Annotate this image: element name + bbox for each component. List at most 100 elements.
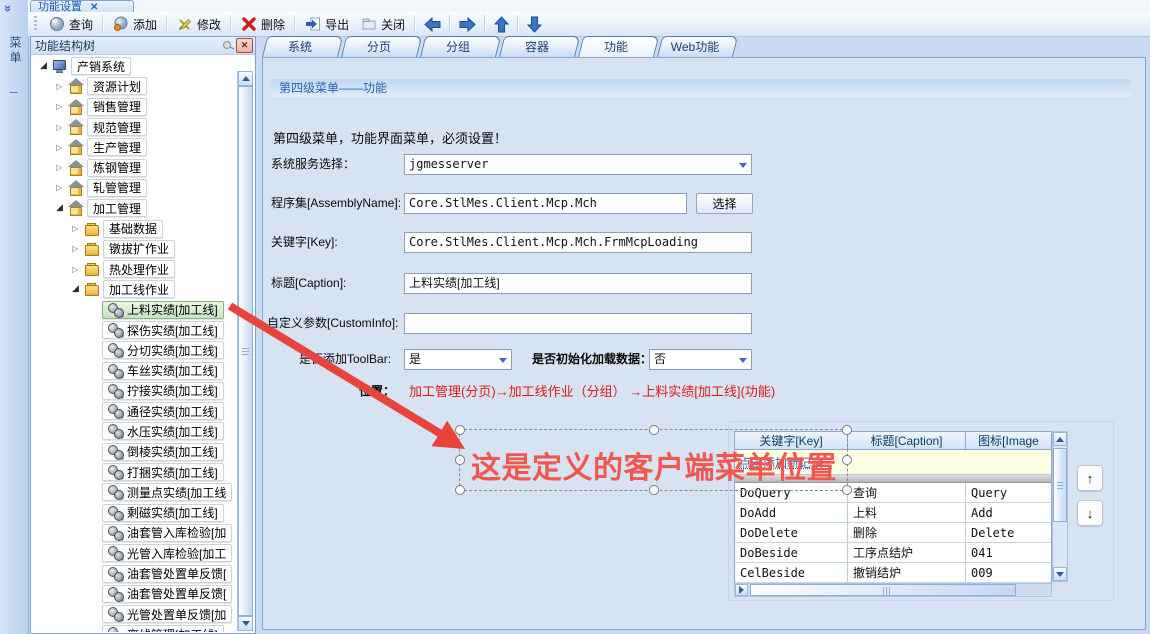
nav-left-button[interactable] xyxy=(419,15,446,34)
tree-node[interactable]: 产销系统 xyxy=(32,56,254,76)
tree-node[interactable]: 规范管理 xyxy=(32,117,254,137)
table-row[interactable]: DoAdd 上料 Add xyxy=(735,503,1051,523)
cell-caption[interactable]: 撤销结炉 xyxy=(848,563,966,583)
expander-collapsed-icon[interactable] xyxy=(56,102,68,111)
tree-scrollbar[interactable] xyxy=(237,71,253,631)
cell-caption[interactable]: 工序点结炉 xyxy=(848,543,966,563)
pin-icon[interactable] xyxy=(220,39,236,52)
table-row[interactable]: DoDelete 删除 Delete xyxy=(735,523,1051,543)
tree-node-box[interactable]: 产销系统 xyxy=(71,57,131,75)
tree-node[interactable]: 车丝实绩[加工线] xyxy=(32,360,254,380)
tree-node-box[interactable]: 车丝实绩[加工线] xyxy=(102,362,224,380)
toolbar-flag-select[interactable]: 是 xyxy=(404,349,512,370)
cell-caption[interactable]: 上料 xyxy=(848,503,966,523)
tree-node[interactable]: 热处理作业 xyxy=(32,259,254,279)
tree-node-box[interactable]: 水压实绩[加工线] xyxy=(102,422,224,440)
tree-node-box[interactable]: 基础数据 xyxy=(103,220,163,238)
tree-node-box[interactable]: 离线管理[加工线] xyxy=(102,625,224,632)
tree-node-box[interactable]: 油套管入库检验[加 xyxy=(102,524,232,542)
tree-node[interactable]: 油套管处置单反馈[ xyxy=(32,584,254,604)
tree-node[interactable]: 加工线作业 xyxy=(32,279,254,299)
tab-group[interactable]: 分组 xyxy=(420,36,496,57)
tree-node[interactable]: 测量点实绩[加工线 xyxy=(32,482,254,502)
tab-page[interactable]: 分页 xyxy=(341,36,417,57)
tree-node[interactable]: 基础数据 xyxy=(32,218,254,238)
expander-collapsed-icon[interactable] xyxy=(72,224,84,233)
cell-key[interactable]: DoBeside xyxy=(735,543,848,563)
side-panel-tab-menu[interactable]: 菜单 xyxy=(7,36,24,66)
tree-node-box[interactable]: 倒棱实绩[加工线] xyxy=(102,443,224,461)
double-chevron-icon[interactable]: » xyxy=(1,5,16,12)
expander-collapsed-icon[interactable] xyxy=(56,82,68,91)
export-button[interactable]: 导出 xyxy=(299,14,355,35)
table-row[interactable]: CelBeside 撤销结炉 009 xyxy=(735,563,1051,583)
edit-button[interactable]: 修改 xyxy=(171,14,227,35)
tree-node-box[interactable]: 通径实绩[加工线] xyxy=(102,402,224,420)
expander-expanded-icon[interactable] xyxy=(40,61,52,71)
tree-node[interactable]: 拧接实绩[加工线] xyxy=(32,381,254,401)
custom-input[interactable] xyxy=(404,313,752,334)
cell-image[interactable]: Add xyxy=(966,503,1051,523)
tree-node[interactable]: 加工管理 xyxy=(32,198,254,218)
cell-image[interactable]: 009 xyxy=(966,563,1051,583)
add-button[interactable]: 添加 xyxy=(107,14,163,35)
chevron-down-icon[interactable] xyxy=(739,358,747,363)
tree-node-box[interactable]: 销售管理 xyxy=(87,98,147,116)
tree-node[interactable]: 探伤实绩[加工线] xyxy=(32,320,254,340)
scrollbar-thumb[interactable] xyxy=(238,86,253,616)
tree-node-box[interactable]: 光管入库检验[加工 xyxy=(102,544,232,562)
tree-node-box[interactable]: 轧管管理 xyxy=(87,179,147,197)
tree-node-box[interactable]: 剩磁实绩[加工线] xyxy=(102,504,224,522)
nav-up-button[interactable] xyxy=(489,14,514,35)
tree-node-box[interactable]: 光管处置单反馈[加 xyxy=(102,605,232,623)
scroll-down-button[interactable] xyxy=(1053,567,1067,581)
tree-node[interactable]: 剩磁实绩[加工线] xyxy=(32,503,254,523)
tree-node[interactable]: 生产管理 xyxy=(32,137,254,157)
grid-vertical-scrollbar[interactable] xyxy=(1052,431,1068,582)
tree-node[interactable]: 水压实绩[加工线] xyxy=(32,421,254,441)
scrollbar-thumb[interactable] xyxy=(750,584,1016,596)
column-header-caption[interactable]: 标题[Caption] xyxy=(848,432,966,450)
move-down-button[interactable]: ↓ xyxy=(1077,500,1103,526)
expander-expanded-icon[interactable] xyxy=(56,203,68,213)
tree-node[interactable]: 销售管理 xyxy=(32,97,254,117)
cell-image[interactable]: Query xyxy=(966,483,1051,503)
caption-input[interactable]: 上料实绩[加工线] xyxy=(404,273,752,294)
nav-down-button[interactable] xyxy=(522,14,547,35)
scroll-up-button[interactable] xyxy=(1053,432,1067,446)
delete-button[interactable]: 删除 xyxy=(235,14,291,35)
initload-select[interactable]: 否 xyxy=(649,349,752,370)
tab-system[interactable]: 系统 xyxy=(262,36,338,57)
tree-node-box[interactable]: 资源计划 xyxy=(87,77,147,95)
tree-node[interactable]: 镦拔扩作业 xyxy=(32,239,254,259)
cell-caption[interactable]: 删除 xyxy=(848,523,966,543)
cell-caption[interactable]: 查询 xyxy=(848,483,966,503)
expander-expanded-icon[interactable] xyxy=(72,284,84,294)
nav-right-button[interactable] xyxy=(454,15,481,34)
expander-collapsed-icon[interactable] xyxy=(56,183,68,192)
choose-button[interactable]: 选择 xyxy=(696,193,753,214)
scrollbar-thumb[interactable] xyxy=(1053,448,1067,522)
tree-node-box[interactable]: 油套管处置单反馈[ xyxy=(102,585,232,603)
tree-node-box[interactable]: 拧接实绩[加工线] xyxy=(102,382,224,400)
scroll-right-button[interactable] xyxy=(735,584,748,596)
tree-node-box[interactable]: 分切实绩[加工线] xyxy=(102,341,224,359)
tree-node-box[interactable]: 热处理作业 xyxy=(103,260,175,278)
tree-node[interactable]: 光管入库检验[加工 xyxy=(32,543,254,563)
assembly-input[interactable]: Core.StlMes.Client.Mcp.Mch xyxy=(404,193,687,214)
service-select[interactable]: jgmesserver xyxy=(404,154,752,175)
cell-key[interactable]: DoAdd xyxy=(735,503,848,523)
tree-node-box[interactable]: 探伤实绩[加工线] xyxy=(102,321,224,339)
chevron-down-icon[interactable] xyxy=(499,358,507,363)
scroll-down-button[interactable] xyxy=(238,616,253,631)
expander-collapsed-icon[interactable] xyxy=(56,123,68,132)
expander-collapsed-icon[interactable] xyxy=(56,163,68,172)
close-panel-icon[interactable]: ✕ xyxy=(236,38,253,53)
tree-node-box[interactable]: 测量点实绩[加工线 xyxy=(102,483,232,501)
tree-node[interactable]: 油套管入库检验[加 xyxy=(32,523,254,543)
tree-node-box[interactable]: 规范管理 xyxy=(87,118,147,136)
tree-node-box[interactable]: 加工线作业 xyxy=(103,280,175,298)
tab-function[interactable]: 功能 xyxy=(578,36,654,57)
collapsed-side-panel[interactable]: » 菜单 xyxy=(0,0,29,634)
cell-image[interactable]: Delete xyxy=(966,523,1051,543)
